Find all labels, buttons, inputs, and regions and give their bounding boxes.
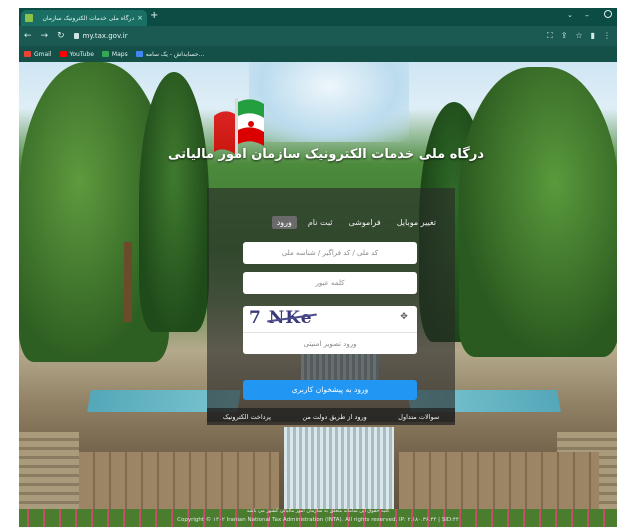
new-tab-button[interactable]: + <box>150 10 158 22</box>
bookmark-maps[interactable]: Maps <box>101 50 128 58</box>
toolbar-actions: ⛶ ⇪ ☆ ▮ ⋮ <box>547 31 611 41</box>
forward-arrow-icon[interactable]: → <box>41 31 49 41</box>
link-electronic-payment[interactable]: پرداخت الکترونیک <box>223 413 271 421</box>
bookmark-label: حسابداش - یک سامه... <box>145 50 205 58</box>
address-bar[interactable]: my.tax.gov.ir <box>73 32 128 40</box>
cypress-tree <box>139 72 209 332</box>
tree-trunk <box>124 242 132 322</box>
tab-forgot[interactable]: فراموشی <box>344 216 386 229</box>
site-bookmark-icon <box>135 51 143 57</box>
footer: کلیه حقوق این سامانه متعلق به سازمان امو… <box>19 507 617 527</box>
bookmark-hesabdash[interactable]: حسابداش - یک سامه... <box>135 50 205 58</box>
bookmarks-bar: Gmail YouTube Maps حسابداش - یک سامه... <box>19 46 617 62</box>
captcha-refresh-icon[interactable]: ✥ <box>399 312 409 322</box>
gmail-icon <box>24 51 31 57</box>
page-background: درگاه ملی خدمات الکترونیک سازمان امور ما… <box>19 62 617 527</box>
tab-close-icon[interactable]: × <box>137 14 143 22</box>
reload-icon[interactable]: ↻ <box>57 31 65 41</box>
auxiliary-links: پرداخت الکترونیک ورود از طریق دولت من سو… <box>207 408 455 425</box>
window-control-icon[interactable] <box>604 10 612 18</box>
bookmark-star-icon[interactable]: ☆ <box>575 31 582 41</box>
lock-icon <box>73 33 79 39</box>
login-tabs: ورود ثبت نام فراموشی تغییر موبایل <box>271 216 441 229</box>
minimize-icon[interactable]: – <box>585 11 589 20</box>
share-icon[interactable]: ⇪ <box>561 31 568 41</box>
footer-copyright: Copyright © ۱۴۰۲ Iranian National Tax Ad… <box>177 517 459 523</box>
bookmark-youtube[interactable]: YouTube <box>59 50 94 58</box>
tab-login[interactable]: ورود <box>271 216 297 229</box>
footer-rights-fa: کلیه حقوق این سامانه متعلق به سازمان امو… <box>246 508 390 514</box>
sky <box>249 62 409 142</box>
link-dolat-man-login[interactable]: ورود از طریق دولت من <box>302 413 366 421</box>
bookmark-label: YouTube <box>69 50 94 58</box>
stone-wall <box>79 452 279 512</box>
login-button[interactable]: ورود به پیشخوان کاربری <box>243 380 417 400</box>
bookmark-gmail[interactable]: Gmail <box>24 51 52 58</box>
browser-toolbar: ← → ↻ my.tax.gov.ir ⛶ ⇪ ☆ ▮ ⋮ <box>19 26 617 46</box>
captcha-box: 7 NKe ✥ ورود تصویر امنیتی <box>243 306 417 354</box>
password-input[interactable]: کلمه عبور <box>243 272 417 294</box>
maps-icon <box>101 51 109 57</box>
page-title: درگاه ملی خدمات الکترونیک سازمان امور ما… <box>167 147 484 162</box>
login-panel: ورود ثبت نام فراموشی تغییر موبایل کد ملی… <box>207 188 455 422</box>
screenshot-frame: درگاه ملی خدمات الکترونیک سازمان × + ⌄ –… <box>19 8 617 527</box>
username-input[interactable]: کد ملی / کد فراگیر / شناسه ملی <box>243 242 417 264</box>
tree <box>459 67 617 357</box>
youtube-icon <box>59 51 67 57</box>
link-faq[interactable]: سوالات متداول <box>398 413 439 421</box>
tab-change-mobile[interactable]: تغییر موبایل <box>392 216 441 229</box>
menu-dots-icon[interactable]: ⋮ <box>603 31 611 41</box>
bookmark-label: Gmail <box>34 50 52 58</box>
browser-tab[interactable]: درگاه ملی خدمات الکترونیک سازمان × <box>21 10 147 26</box>
bookmark-label: Maps <box>111 50 128 58</box>
translate-icon[interactable]: ⛶ <box>547 31 553 41</box>
browser-tab-strip: درگاه ملی خدمات الکترونیک سازمان × + ⌄ – <box>19 8 617 26</box>
sidebar-icon[interactable]: ▮ <box>591 31 595 41</box>
captcha-input[interactable]: ورود تصویر امنیتی <box>243 332 417 354</box>
url-text: my.tax.gov.ir <box>82 32 128 40</box>
tab-search-chevron-icon[interactable]: ⌄ <box>567 11 573 19</box>
site-favicon-icon <box>25 14 33 22</box>
back-arrow-icon[interactable]: ← <box>24 31 32 41</box>
tab-register[interactable]: ثبت نام <box>303 216 338 229</box>
stone-wall <box>399 452 599 512</box>
tab-title: درگاه ملی خدمات الکترونیک سازمان <box>42 14 135 22</box>
